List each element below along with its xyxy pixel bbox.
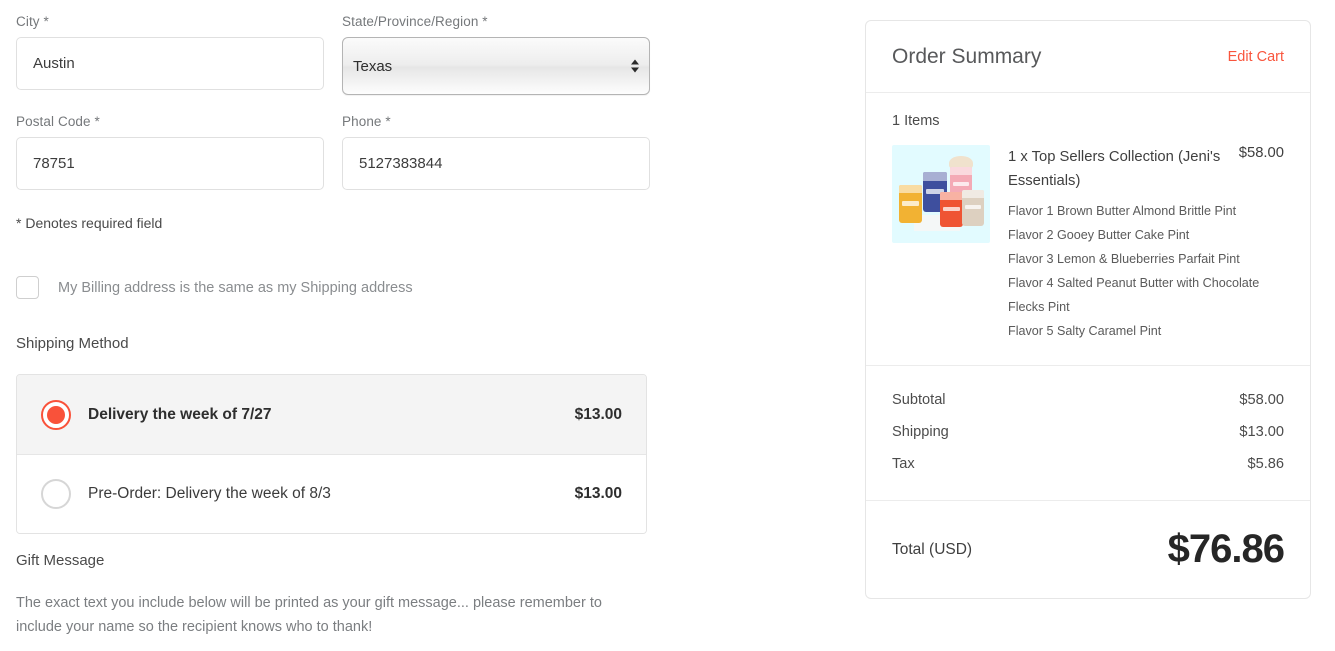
field-state: State/Province/Region * Texas bbox=[342, 14, 650, 95]
required-field-note: * Denotes required field bbox=[16, 215, 162, 231]
order-line-item: 1 x Top Sellers Collection (Jeni's Essen… bbox=[892, 145, 1284, 343]
shipping-value: $13.00 bbox=[1239, 416, 1284, 448]
product-thumbnail bbox=[892, 145, 990, 243]
order-summary-header: Order Summary Edit Cart bbox=[866, 21, 1310, 93]
state-label: State/Province/Region * bbox=[342, 14, 650, 30]
items-count: 1 Items bbox=[892, 113, 1284, 129]
order-item-flavors: Flavor 1 Brown Butter Almond Brittle Pin… bbox=[1008, 199, 1284, 343]
flavor-line: Flavor 5 Salty Caramel Pint bbox=[1008, 319, 1284, 343]
checkout-page: City * State/Province/Region * Texas Pos… bbox=[0, 0, 1335, 651]
flavor-line: Flavor 1 Brown Butter Almond Brittle Pin… bbox=[1008, 199, 1284, 223]
shipping-option-row[interactable]: Delivery the week of 7/27 $13.00 bbox=[17, 375, 646, 454]
total-row-shipping: Shipping $13.00 bbox=[892, 416, 1284, 448]
order-summary-panel: Order Summary Edit Cart 1 Items 1 x Top … bbox=[865, 20, 1311, 599]
shipping-option-row[interactable]: Pre-Order: Delivery the week of 8/3 $13.… bbox=[17, 454, 646, 533]
order-items-section: 1 Items 1 x Top Sellers Collection (Jeni… bbox=[866, 93, 1310, 366]
total-row-subtotal: Subtotal $58.00 bbox=[892, 384, 1284, 416]
city-label: City * bbox=[16, 14, 324, 30]
phone-label: Phone * bbox=[342, 114, 650, 130]
field-postal-code: Postal Code * bbox=[16, 114, 324, 190]
order-summary-title: Order Summary bbox=[892, 45, 1041, 69]
city-input[interactable] bbox=[16, 37, 324, 90]
tax-label: Tax bbox=[892, 448, 915, 480]
tax-value: $5.86 bbox=[1247, 448, 1284, 480]
state-select-wrap: Texas bbox=[342, 37, 650, 95]
gift-message-heading: Gift Message bbox=[16, 552, 104, 569]
shipping-option-price: $13.00 bbox=[575, 406, 622, 424]
subtotal-value: $58.00 bbox=[1239, 384, 1284, 416]
order-totals: Subtotal $58.00 Shipping $13.00 Tax $5.8… bbox=[866, 366, 1310, 501]
billing-same-row[interactable]: My Billing address is the same as my Shi… bbox=[16, 276, 413, 299]
radio-icon[interactable] bbox=[41, 479, 71, 509]
field-phone: Phone * bbox=[342, 114, 650, 190]
grand-total-row: Total (USD) $76.86 bbox=[866, 501, 1310, 598]
order-item-details: 1 x Top Sellers Collection (Jeni's Essen… bbox=[990, 145, 1284, 343]
phone-input[interactable] bbox=[342, 137, 650, 190]
total-row-tax: Tax $5.86 bbox=[892, 448, 1284, 480]
flavor-line: Flavor 4 Salted Peanut Butter with Choco… bbox=[1008, 271, 1284, 319]
grand-total-label: Total (USD) bbox=[892, 541, 972, 559]
order-item-price: $58.00 bbox=[1229, 145, 1284, 161]
field-city: City * bbox=[16, 14, 324, 90]
shipping-method-heading: Shipping Method bbox=[16, 335, 129, 352]
shipping-label: Shipping bbox=[892, 416, 949, 448]
flavor-line: Flavor 2 Gooey Butter Cake Pint bbox=[1008, 223, 1284, 247]
shipping-option-price: $13.00 bbox=[575, 485, 622, 503]
subtotal-label: Subtotal bbox=[892, 384, 946, 416]
shipping-method-list: Delivery the week of 7/27 $13.00 Pre-Ord… bbox=[16, 374, 647, 534]
order-item-top: 1 x Top Sellers Collection (Jeni's Essen… bbox=[1008, 145, 1284, 193]
shipping-option-label: Delivery the week of 7/27 bbox=[88, 406, 575, 424]
shipping-option-label: Pre-Order: Delivery the week of 8/3 bbox=[88, 485, 575, 503]
state-select[interactable]: Texas bbox=[342, 37, 650, 95]
billing-same-checkbox[interactable] bbox=[16, 276, 39, 299]
postal-code-input[interactable] bbox=[16, 137, 324, 190]
edit-cart-link[interactable]: Edit Cart bbox=[1228, 49, 1284, 65]
order-item-name: 1 x Top Sellers Collection (Jeni's Essen… bbox=[1008, 145, 1229, 193]
grand-total-value: $76.86 bbox=[1168, 527, 1284, 572]
flavor-line: Flavor 3 Lemon & Blueberries Parfait Pin… bbox=[1008, 247, 1284, 271]
radio-icon-selected[interactable] bbox=[41, 400, 71, 430]
postal-code-label: Postal Code * bbox=[16, 114, 324, 130]
billing-same-label: My Billing address is the same as my Shi… bbox=[58, 278, 413, 298]
gift-message-help-text: The exact text you include below will be… bbox=[16, 591, 641, 639]
